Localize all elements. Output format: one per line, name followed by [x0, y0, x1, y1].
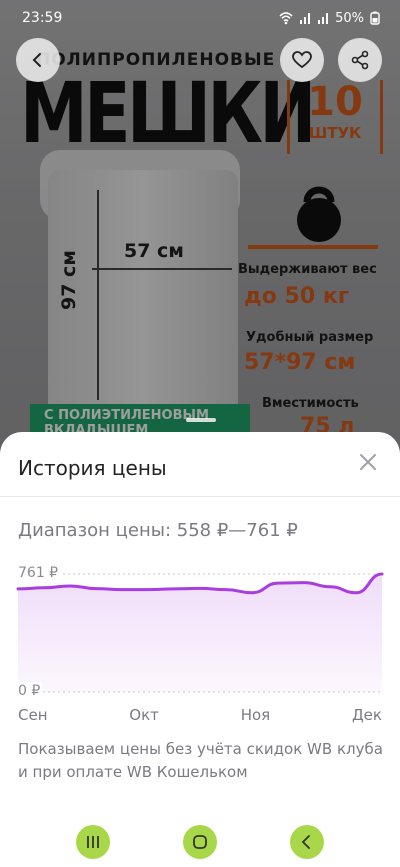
signal-icon-2 [318, 13, 329, 24]
chevron-left-icon [32, 53, 41, 67]
sheet-divider [0, 496, 400, 497]
signal-icon [300, 13, 311, 24]
x-tick-label: Дек [351, 706, 382, 724]
back-button[interactable] [16, 38, 60, 82]
x-axis-labels: Сен Окт Ноя Дек [18, 706, 382, 724]
status-icons: 50% [279, 11, 380, 26]
status-time: 23:59 [22, 10, 63, 26]
price-note: Показываем цены без учёта скидок WB клуб… [18, 740, 383, 781]
price-area-fill [18, 574, 382, 692]
x-tick-label: Ноя [240, 706, 271, 724]
heart-icon [292, 51, 312, 69]
status-bar: 23:59 50% [0, 0, 400, 36]
share-button[interactable] [338, 38, 382, 82]
y-tick-min-label: 0 ₽ [18, 683, 43, 699]
favorite-button[interactable] [280, 38, 324, 82]
wifi-icon [279, 12, 293, 25]
sheet-title: История цены [18, 456, 167, 480]
battery-percent: 50% [335, 10, 364, 26]
x-tick-label: Окт [129, 706, 159, 724]
share-icon [351, 50, 369, 70]
price-chart-svg [16, 572, 384, 693]
home-icon [193, 835, 207, 849]
recents-icon [87, 836, 100, 848]
sheet-drag-handle[interactable] [186, 418, 216, 422]
battery-icon [370, 11, 380, 25]
system-nav-bar [0, 817, 400, 867]
back-icon [301, 835, 310, 849]
close-icon [360, 454, 376, 470]
price-history-sheet: История цены Диапазон цены: 558 ₽—761 ₽ … [0, 432, 400, 817]
price-range: Диапазон цены: 558 ₽—761 ₽ [18, 520, 298, 541]
close-button[interactable] [356, 450, 380, 474]
x-tick-label: Сен [18, 706, 48, 724]
y-tick-max-label: 761 ₽ [18, 565, 61, 581]
back-nav-button[interactable] [289, 825, 324, 859]
recent-apps-button[interactable] [76, 825, 111, 859]
home-button[interactable] [182, 825, 217, 859]
price-chart[interactable]: 761 ₽ 0 ₽ [0, 562, 400, 722]
